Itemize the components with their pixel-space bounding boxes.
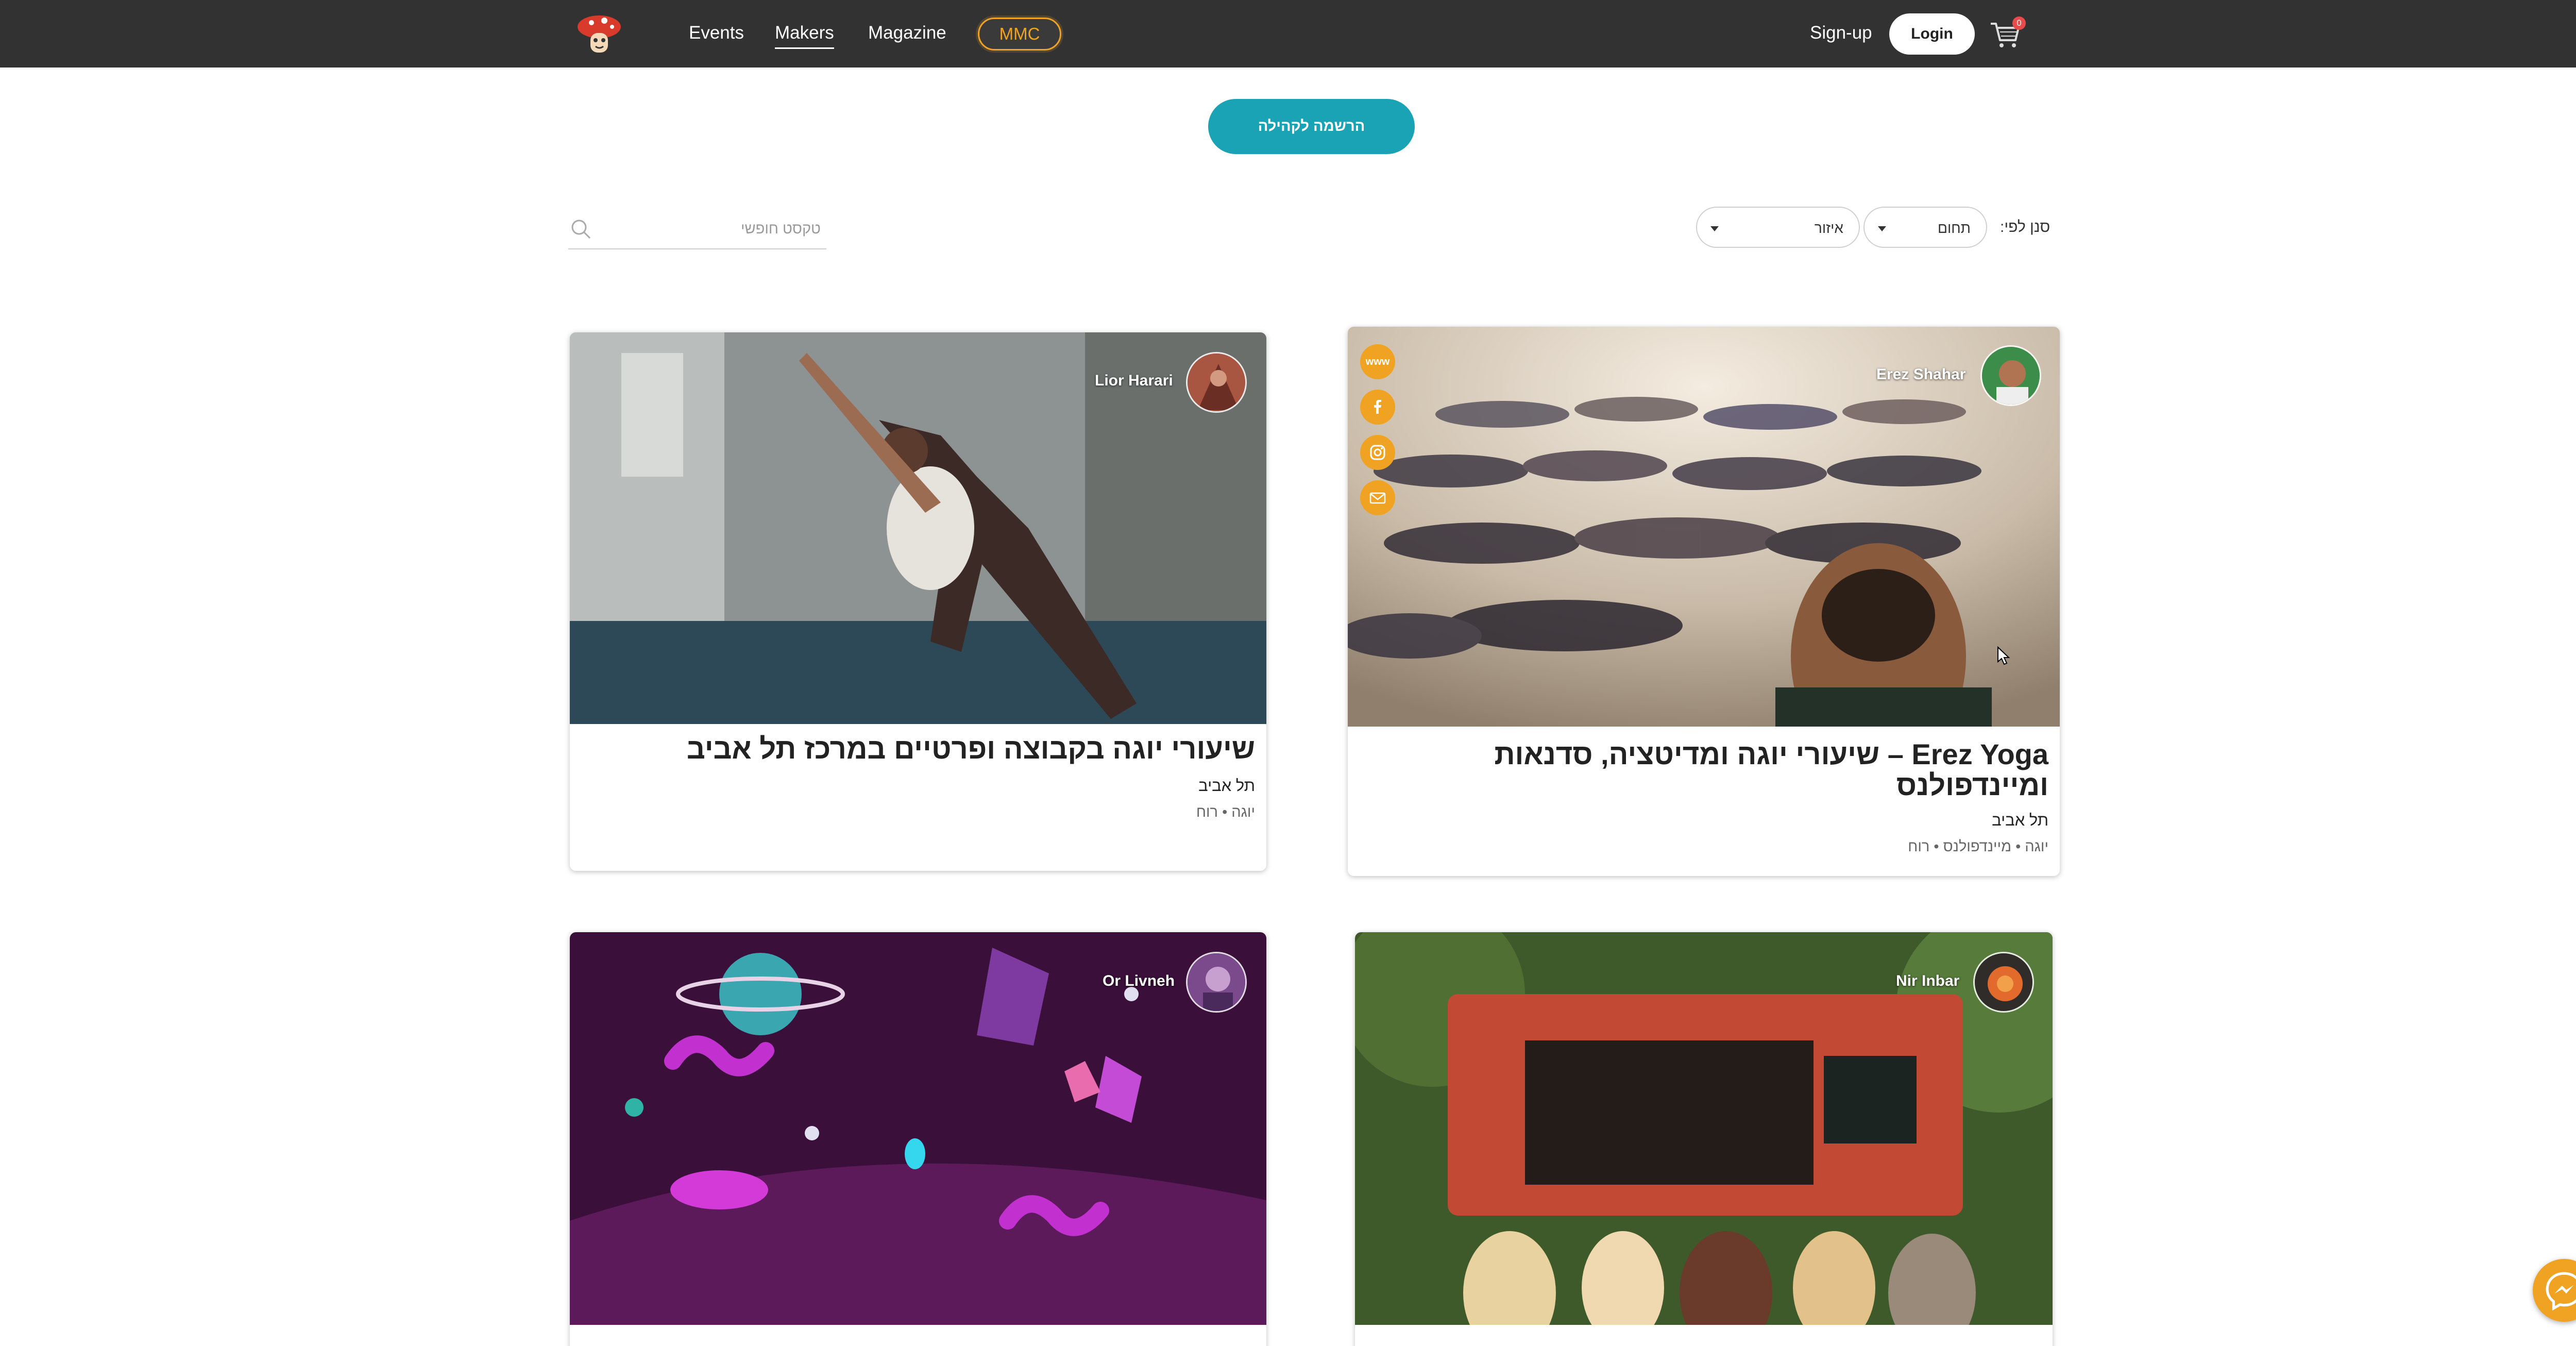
maker-card[interactable]: Lior Harari שיעורי יוגה בקבוצה ופרטיים ב… [570, 332, 1266, 871]
maker-name[interactable]: Or Livneh [1103, 972, 1175, 990]
nav-events[interactable]: Events [689, 21, 744, 45]
maker-name[interactable]: Erez Shahar [1876, 366, 1965, 383]
maker-avatar[interactable] [1186, 352, 1247, 413]
maker-card-image[interactable] [1355, 932, 2053, 1325]
messenger-chat-button[interactable] [2533, 1259, 2576, 1322]
messenger-icon [2546, 1272, 2576, 1311]
area-select-value: איזור [1814, 220, 1843, 236]
maker-avatar[interactable] [1186, 952, 1247, 1013]
maker-card-title[interactable]: Erez Yoga – שיעורי יוגה ומדיטציה, סדנאות… [1389, 739, 2048, 801]
field-select-value: תחום [1937, 220, 1971, 236]
logo-mushroom-icon[interactable] [576, 11, 622, 55]
maker-card-city: תל אביב [1198, 777, 1255, 795]
mail-icon[interactable] [1360, 480, 1395, 515]
maker-card-title[interactable]: שיעורי יוגה בקבוצה ופרטיים במרכז תל אביב [601, 733, 1255, 764]
mmc-button[interactable]: MMC [978, 18, 1061, 51]
maker-card-image[interactable] [570, 332, 1266, 724]
free-text-search [568, 209, 826, 249]
signup-link[interactable]: Sign-up [1810, 21, 1872, 45]
maker-card[interactable]: Nir Inbar [1355, 932, 2053, 1346]
maker-card-image[interactable] [570, 932, 1266, 1325]
page: Events Makers Magazine MMC Sign-up Login… [0, 0, 2576, 1346]
cart-count-badge: 0 [2012, 16, 2026, 30]
maker-name[interactable]: Lior Harari [1095, 372, 1173, 390]
maker-avatar[interactable] [1980, 345, 2041, 406]
maker-card[interactable]: Erez Shahar www Erez Yoga – שיעורי יוגה … [1348, 327, 2060, 876]
nav-magazine[interactable]: Magazine [868, 21, 946, 45]
chevron-down-icon [1878, 226, 1886, 231]
login-button[interactable]: Login [1889, 13, 1975, 55]
maker-card[interactable]: Or Livneh [570, 932, 1266, 1346]
maker-card-image[interactable] [1348, 327, 2060, 727]
search-input[interactable] [599, 216, 821, 241]
field-select[interactable]: תחום [1863, 207, 1987, 248]
maker-name[interactable]: Nir Inbar [1896, 972, 1959, 990]
facebook-icon[interactable] [1360, 390, 1395, 425]
maker-card-tags: יוגה • מיינדפולנס • רוח [1908, 838, 2048, 855]
www-label: www [1365, 356, 1390, 367]
nav-makers[interactable]: Makers [775, 21, 834, 49]
top-nav-bar: Events Makers Magazine MMC Sign-up Login… [0, 0, 2576, 68]
chevron-down-icon [1710, 226, 1719, 231]
maker-card-tags: יוגה • רוח [1196, 804, 1255, 820]
filter-by-label: סנן לפי: [2000, 218, 2050, 235]
maker-avatar[interactable] [1973, 952, 2034, 1013]
area-select[interactable]: איזור [1696, 207, 1860, 248]
instagram-icon[interactable] [1360, 435, 1395, 470]
join-community-button[interactable]: הרשמה לקהילה [1208, 99, 1415, 154]
search-icon[interactable] [569, 217, 592, 240]
mouse-cursor-icon [1997, 646, 2010, 665]
maker-card-city: תל אביב [1992, 811, 2048, 829]
website-icon[interactable]: www [1360, 344, 1395, 379]
